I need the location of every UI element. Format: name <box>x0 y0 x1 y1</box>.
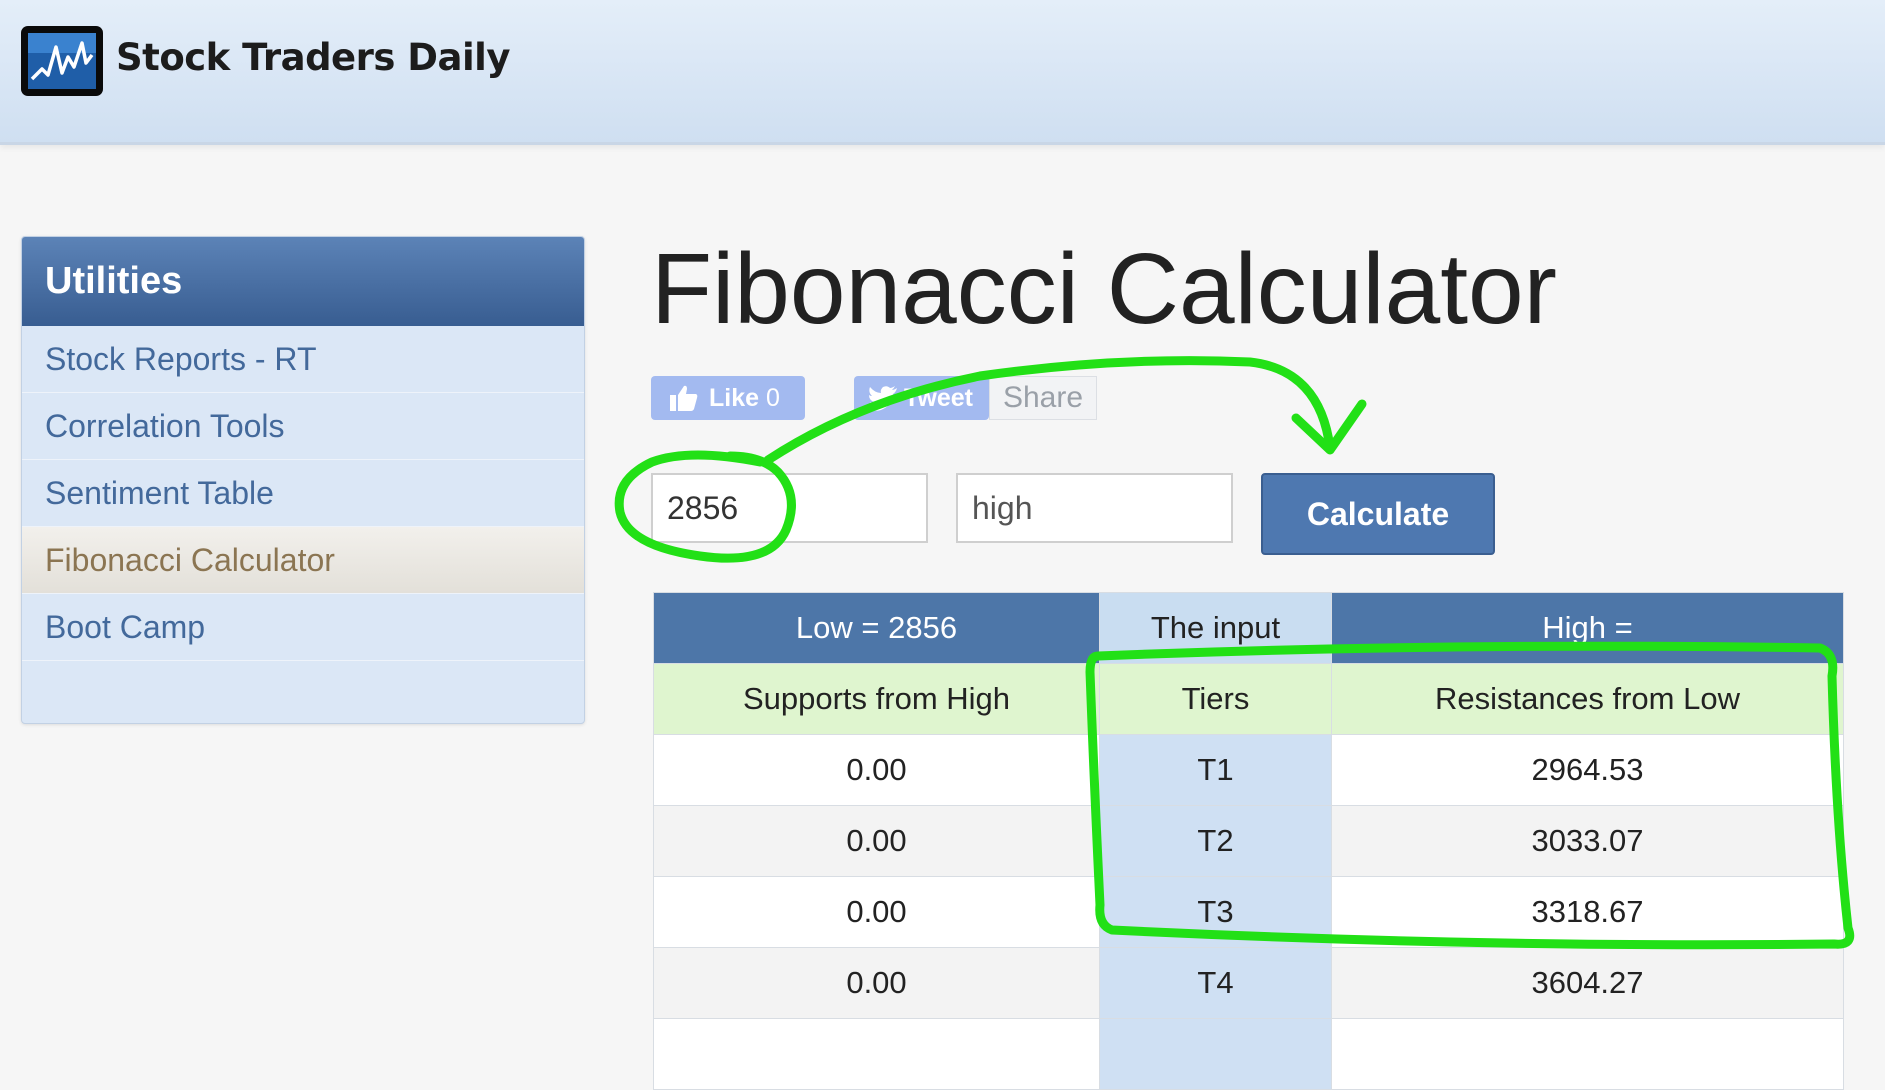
sidebar-item-stock-reports[interactable]: Stock Reports - RT <box>22 326 584 393</box>
sidebar-title: Utilities <box>22 237 584 326</box>
tiers-header: Tiers <box>1099 663 1332 735</box>
supports-header: Supports from High <box>653 663 1100 735</box>
high-value-input[interactable] <box>956 473 1233 543</box>
logo-chart-icon[interactable] <box>21 26 103 96</box>
support-cell: 0.00 <box>653 734 1100 806</box>
share-button[interactable]: Share <box>989 376 1097 420</box>
table-row: 0.00 T2 3033.07 <box>653 805 1844 877</box>
tier-cell: T2 <box>1099 805 1332 877</box>
fibonacci-results-table: Low = 2856 The input High = Supports fro… <box>653 592 1844 1090</box>
low-value-input[interactable] <box>651 473 928 543</box>
twitter-bird-icon <box>868 386 897 411</box>
annotation-arrowhead <box>1291 399 1367 455</box>
site-header: Stock Traders Daily <box>0 0 1885 145</box>
support-cell <box>653 1018 1100 1090</box>
tweet-label: Tweet <box>904 384 973 412</box>
table-row: 0.00 T4 3604.27 <box>653 947 1844 1019</box>
table-row: 0.00 T3 3318.67 <box>653 876 1844 948</box>
resistance-cell <box>1331 1018 1844 1090</box>
table-header-row: Low = 2856 The input High = <box>653 592 1844 664</box>
page-title: Fibonacci Calculator <box>651 233 1557 345</box>
resistances-header: Resistances from Low <box>1331 663 1844 735</box>
high-header: High = <box>1331 592 1844 664</box>
resistance-cell: 3318.67 <box>1331 876 1844 948</box>
input-header: The input <box>1099 592 1332 664</box>
sidebar-item-boot-camp[interactable]: Boot Camp <box>22 594 584 661</box>
sidebar-item-fibonacci-calculator[interactable]: Fibonacci Calculator <box>22 527 584 594</box>
support-cell: 0.00 <box>653 947 1100 1019</box>
table-row-partial <box>653 1018 1844 1090</box>
thumbs-up-icon <box>670 385 698 411</box>
like-label: Like 0 <box>709 384 780 412</box>
resistance-cell: 2964.53 <box>1331 734 1844 806</box>
tier-cell: T1 <box>1099 734 1332 806</box>
utilities-sidebar: Utilities Stock Reports - RT Correlation… <box>21 236 585 724</box>
table-subheader-row: Supports from High Tiers Resistances fro… <box>653 663 1844 735</box>
table-row: 0.00 T1 2964.53 <box>653 734 1844 806</box>
support-cell: 0.00 <box>653 876 1100 948</box>
tier-cell: T3 <box>1099 876 1332 948</box>
tweet-button[interactable]: Tweet <box>854 376 989 420</box>
calculate-button[interactable]: Calculate <box>1261 473 1495 555</box>
resistance-cell: 3604.27 <box>1331 947 1844 1019</box>
facebook-like-button[interactable]: Like 0 <box>651 376 805 420</box>
support-cell: 0.00 <box>653 805 1100 877</box>
sidebar-item-sentiment-table[interactable]: Sentiment Table <box>22 460 584 527</box>
site-logo-text[interactable]: Stock Traders Daily <box>116 36 510 79</box>
tier-cell <box>1099 1018 1332 1090</box>
tier-cell: T4 <box>1099 947 1332 1019</box>
sidebar-item-correlation-tools[interactable]: Correlation Tools <box>22 393 584 460</box>
like-count: 0 <box>765 384 780 412</box>
low-header: Low = 2856 <box>653 592 1100 664</box>
resistance-cell: 3033.07 <box>1331 805 1844 877</box>
